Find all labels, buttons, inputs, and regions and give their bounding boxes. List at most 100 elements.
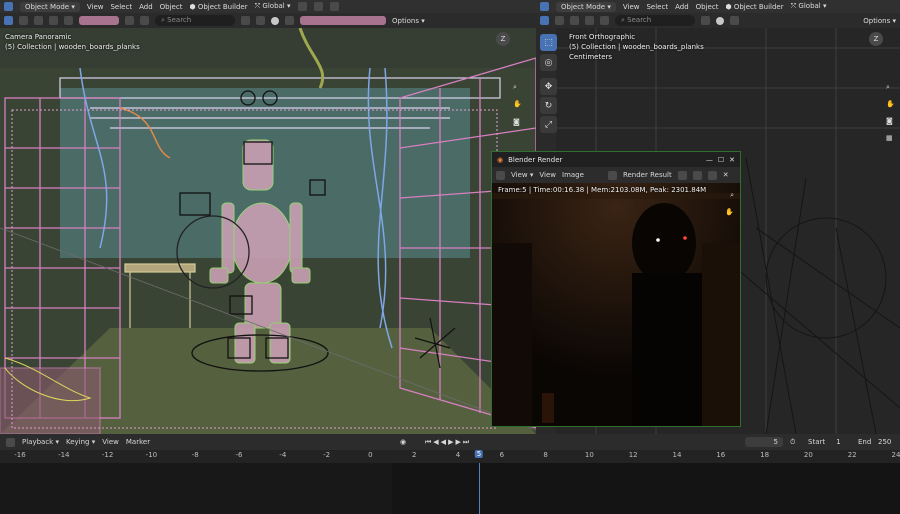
render-menu-view-1[interactable]: View ▾ (511, 171, 533, 179)
color-swatch[interactable] (79, 16, 119, 25)
right-tool-cursor[interactable]: ◎ (540, 54, 557, 71)
right-collection-label: (5) Collection | wooden_boards_planks (569, 43, 704, 51)
left-menu-view[interactable]: View (87, 3, 104, 11)
close-icon[interactable]: ✕ (729, 156, 735, 164)
left-nav-gizmo[interactable]: Z (496, 32, 510, 46)
left-transform-orientation[interactable]: ⤧ Global ▾ (255, 2, 291, 11)
right-overlay-icon[interactable] (600, 16, 609, 25)
timeline-tick: 8 (543, 451, 548, 459)
start-value: 1 (836, 438, 841, 446)
end-field[interactable]: End 250 (858, 438, 891, 446)
maximize-icon[interactable]: ☐ (718, 156, 724, 164)
right-zoom-icon[interactable]: ⌕ (886, 83, 890, 92)
snap-icon[interactable] (313, 2, 323, 11)
render-scene (492, 183, 740, 426)
right-shading-solid-icon[interactable] (716, 16, 724, 25)
subtract-selection-icon[interactable] (49, 16, 58, 25)
image-editor-type-icon[interactable] (496, 170, 505, 180)
right-pan-hand-icon[interactable]: ✋ (886, 100, 895, 108)
timeline-tick: 14 (672, 451, 682, 459)
pink-field[interactable] (300, 16, 386, 25)
render-pan-hand-icon[interactable]: ✋ (725, 208, 734, 216)
select-mode-icon[interactable] (4, 16, 13, 25)
stopwatch-icon[interactable]: ⏱ (790, 438, 795, 447)
left-pan-hand-icon[interactable]: ✋ (513, 100, 522, 108)
left-camera-icon[interactable]: ◙ (513, 118, 520, 126)
extend-selection-icon[interactable] (34, 16, 43, 25)
left-object-builder[interactable]: ⬢ Object Builder (189, 3, 247, 11)
right-transform-orientation[interactable]: ⤧ Global ▾ (791, 2, 827, 11)
render-menu-view-2[interactable]: View (539, 171, 556, 179)
right-filter-icon[interactable] (701, 16, 710, 25)
overlay-toggle-icon[interactable] (125, 16, 134, 25)
visibility-icon[interactable] (256, 16, 265, 25)
right-tool-select-box[interactable]: ⬚ (540, 34, 557, 51)
left-mode-dropdown[interactable]: Object Mode ▾ (20, 1, 80, 12)
left-menu-select[interactable]: Select (110, 3, 132, 11)
menu-marker[interactable]: Marker (126, 438, 150, 446)
menu-keying[interactable]: Keying ▾ (66, 438, 95, 446)
shading-material-icon[interactable] (285, 16, 294, 25)
current-frame-marker[interactable]: 5 (474, 450, 484, 458)
right-menu-add[interactable]: Add (675, 3, 689, 11)
render-zoom-icon[interactable]: ⌕ (730, 191, 734, 200)
right-editor-type-icon[interactable] (540, 2, 549, 11)
left-search-input[interactable]: ⌕ Search (155, 15, 235, 26)
menu-view[interactable]: View (102, 438, 119, 446)
menu-playback[interactable]: Playback ▾ (22, 438, 59, 446)
right-shading-material-icon[interactable] (730, 16, 739, 25)
right-tool-move[interactable]: ✥ (540, 78, 557, 95)
editor-type-icon[interactable] (4, 2, 13, 11)
right-menu-object[interactable]: Object (696, 3, 719, 11)
right-search-input[interactable]: ⌕ Search (615, 15, 695, 26)
right-options-dropdown[interactable]: Options ▾ (863, 17, 896, 25)
filter-icon[interactable] (241, 16, 250, 25)
timeline-ruler[interactable]: 24 22 20 18 16 14 12 10 8 6 4 2 0 -2 -4 -6 -8 -10 -12 -14 -1… (0, 450, 900, 463)
shading-solid-icon[interactable] (271, 16, 279, 25)
start-field[interactable]: Start 1 (808, 438, 841, 446)
right-mode-dropdown[interactable]: Object Mode ▾ (556, 1, 616, 12)
right-menu-view[interactable]: View (623, 3, 640, 11)
invert-selection-icon[interactable] (64, 16, 73, 25)
gizmo-toggle-icon[interactable] (140, 16, 149, 25)
slot-icon[interactable] (607, 170, 617, 180)
right-tool-scale[interactable]: ⤢ (540, 116, 557, 133)
timeline-editor-type-icon[interactable] (6, 437, 15, 447)
timeline-body[interactable] (0, 463, 900, 514)
autokey-icon[interactable]: ◉ (400, 438, 406, 446)
copy-icon[interactable] (692, 170, 702, 180)
blender-logo-icon: ◉ (497, 155, 504, 164)
right-transform-label: Global (798, 2, 821, 10)
right-grid-icon[interactable]: ▦ (886, 134, 893, 142)
left-options-dropdown[interactable]: Options ▾ (392, 17, 425, 25)
right-new-selection-icon[interactable] (555, 16, 564, 25)
left-menu-add[interactable]: Add (139, 3, 153, 11)
render-window[interactable]: ◉ Blender Render — ☐ ✕ View ▾ View Image… (491, 151, 741, 427)
right-select-mode-icon[interactable] (540, 16, 549, 25)
playback-controls[interactable]: ⏮◀◀▶▶⏭ (425, 438, 471, 447)
current-frame-field[interactable]: 5 (745, 437, 783, 447)
right-subtract-selection-icon[interactable] (585, 16, 594, 25)
right-extend-selection-icon[interactable] (570, 16, 579, 25)
unlink-icon[interactable]: ✕ (723, 171, 729, 179)
pivot-icon[interactable] (297, 2, 307, 11)
render-menu-image[interactable]: Image (562, 171, 584, 179)
proportional-icon[interactable] (329, 2, 339, 11)
shield-icon[interactable] (677, 170, 687, 180)
folder-icon[interactable] (707, 170, 717, 180)
right-nav-gizmo[interactable]: Z (869, 32, 883, 46)
left-zoom-icon[interactable]: ⌕ (513, 83, 517, 92)
minimize-icon[interactable]: — (706, 156, 713, 164)
right-tool-rotate[interactable]: ↻ (540, 97, 557, 114)
left-menu-object[interactable]: Object (160, 3, 183, 11)
right-menu-select[interactable]: Select (646, 3, 668, 11)
render-image[interactable]: Frame:5 | Time:00:16.38 | Mem:2103.08M, … (492, 183, 740, 426)
right-camera-icon[interactable]: ◙ (886, 117, 893, 125)
transform-label: Global (262, 2, 285, 10)
render-window-titlebar[interactable]: ◉ Blender Render — ☐ ✕ (492, 152, 740, 167)
render-result-slot[interactable]: Render Result (623, 171, 672, 179)
left-3d-viewport[interactable]: Camera Panoramic (5) Collection | wooden… (0, 28, 536, 434)
new-selection-icon[interactable] (19, 16, 28, 25)
right-object-builder[interactable]: ⬢ Object Builder (725, 3, 783, 11)
playhead[interactable] (479, 463, 480, 514)
